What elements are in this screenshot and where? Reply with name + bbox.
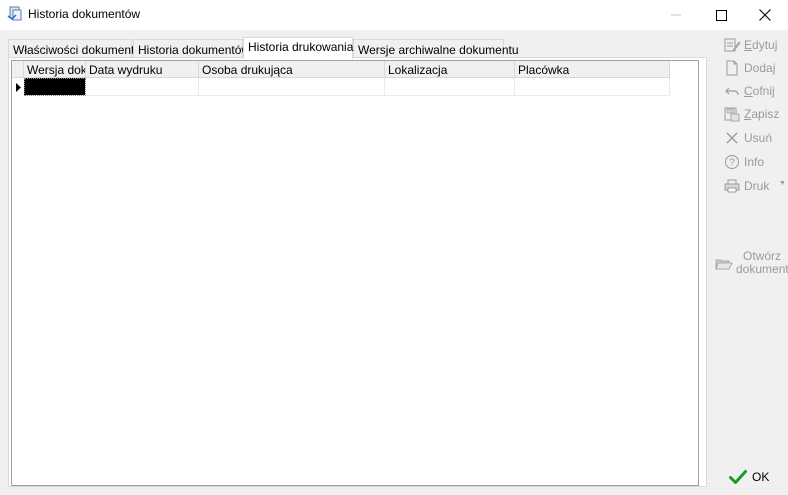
ok-label: OK [752,470,770,484]
undo-icon [725,87,739,96]
undo-button[interactable]: Cofnij [723,81,775,101]
info-button[interactable]: ? Info [723,152,764,172]
ok-button[interactable]: OK [729,466,769,488]
new-document-icon [726,60,738,76]
print-button[interactable]: Druk [723,176,769,196]
tab-archived-versions[interactable]: Wersje archiwalne dokumentu [353,39,519,58]
tab-label: Wersje archiwalne dokumentu [358,43,519,57]
open-document-button[interactable]: Otwórz dokument [715,248,788,280]
tab-label: Właściwości dokumentu [13,43,142,57]
open-document-label: Otwórz dokument [736,249,788,276]
delete-icon [726,132,738,144]
current-row-indicator-icon [12,78,24,96]
tab-label: Historia dokumentów [138,43,251,57]
tab-print-history[interactable]: Historia drukowania [243,37,353,59]
tab-label: Historia drukowania [248,40,354,54]
delete-label: Usuń [744,131,773,145]
delete-button[interactable]: Usuń [723,128,772,148]
row-indicator-header [12,61,24,78]
save-label: Zapisz [744,107,780,121]
column-header-version[interactable]: Wersja dok. [24,61,86,78]
side-toolbar: Edytuj Dodaj Cofnij Zapisz Usuń ? Info D… [709,30,788,495]
tab-panel: Wersja dok. Data wydruku Osoba drukująca… [8,57,707,487]
table-cell-printed-by[interactable] [199,78,385,96]
grid-header: Wersja dok. Data wydruku Osoba drukująca… [12,61,670,78]
close-button[interactable] [742,0,788,30]
table-row[interactable] [12,78,670,96]
table-cell-branch[interactable] [515,78,670,96]
tab-document-history[interactable]: Historia dokumentów [133,39,250,58]
edit-icon [724,38,741,52]
save-icon [724,107,740,122]
info-label: Info [744,155,765,169]
edit-button[interactable]: Edytuj [723,35,777,55]
svg-text:?: ? [729,158,735,169]
close-icon [759,9,771,21]
column-header-printed-by[interactable]: Osoba drukująca [199,61,385,78]
add-button[interactable]: Dodaj [723,58,775,78]
table-cell-location[interactable] [385,78,515,96]
maximize-icon [715,9,727,21]
title-bar: Historia dokumentów [0,0,788,30]
printer-icon [724,179,740,193]
maximize-button[interactable] [698,0,744,30]
window-title: Historia dokumentów [28,7,141,21]
check-icon [729,470,747,484]
tab-document-properties[interactable]: Właściwości dokumentu [8,39,141,58]
add-label: Dodaj [744,61,776,75]
column-header-branch[interactable]: Placówka [515,61,670,78]
minimize-icon [671,14,681,16]
edit-label: Edytuj [744,38,778,52]
print-label: Druk [744,179,770,193]
table-cell-version[interactable] [24,78,86,96]
info-icon: ? [725,155,739,169]
print-dropdown-arrow-icon[interactable]: ▼ [779,180,786,187]
save-button[interactable]: Zapisz [723,104,779,124]
column-header-print-date[interactable]: Data wydruku [86,61,199,78]
column-header-location[interactable]: Lokalizacja [385,61,515,78]
minimize-button[interactable] [653,0,699,30]
app-icon [7,6,22,21]
print-history-grid[interactable]: Wersja dok. Data wydruku Osoba drukująca… [11,60,699,486]
table-cell-print-date[interactable] [86,78,199,96]
folder-open-icon [715,259,733,270]
undo-label: Cofnij [744,84,775,98]
